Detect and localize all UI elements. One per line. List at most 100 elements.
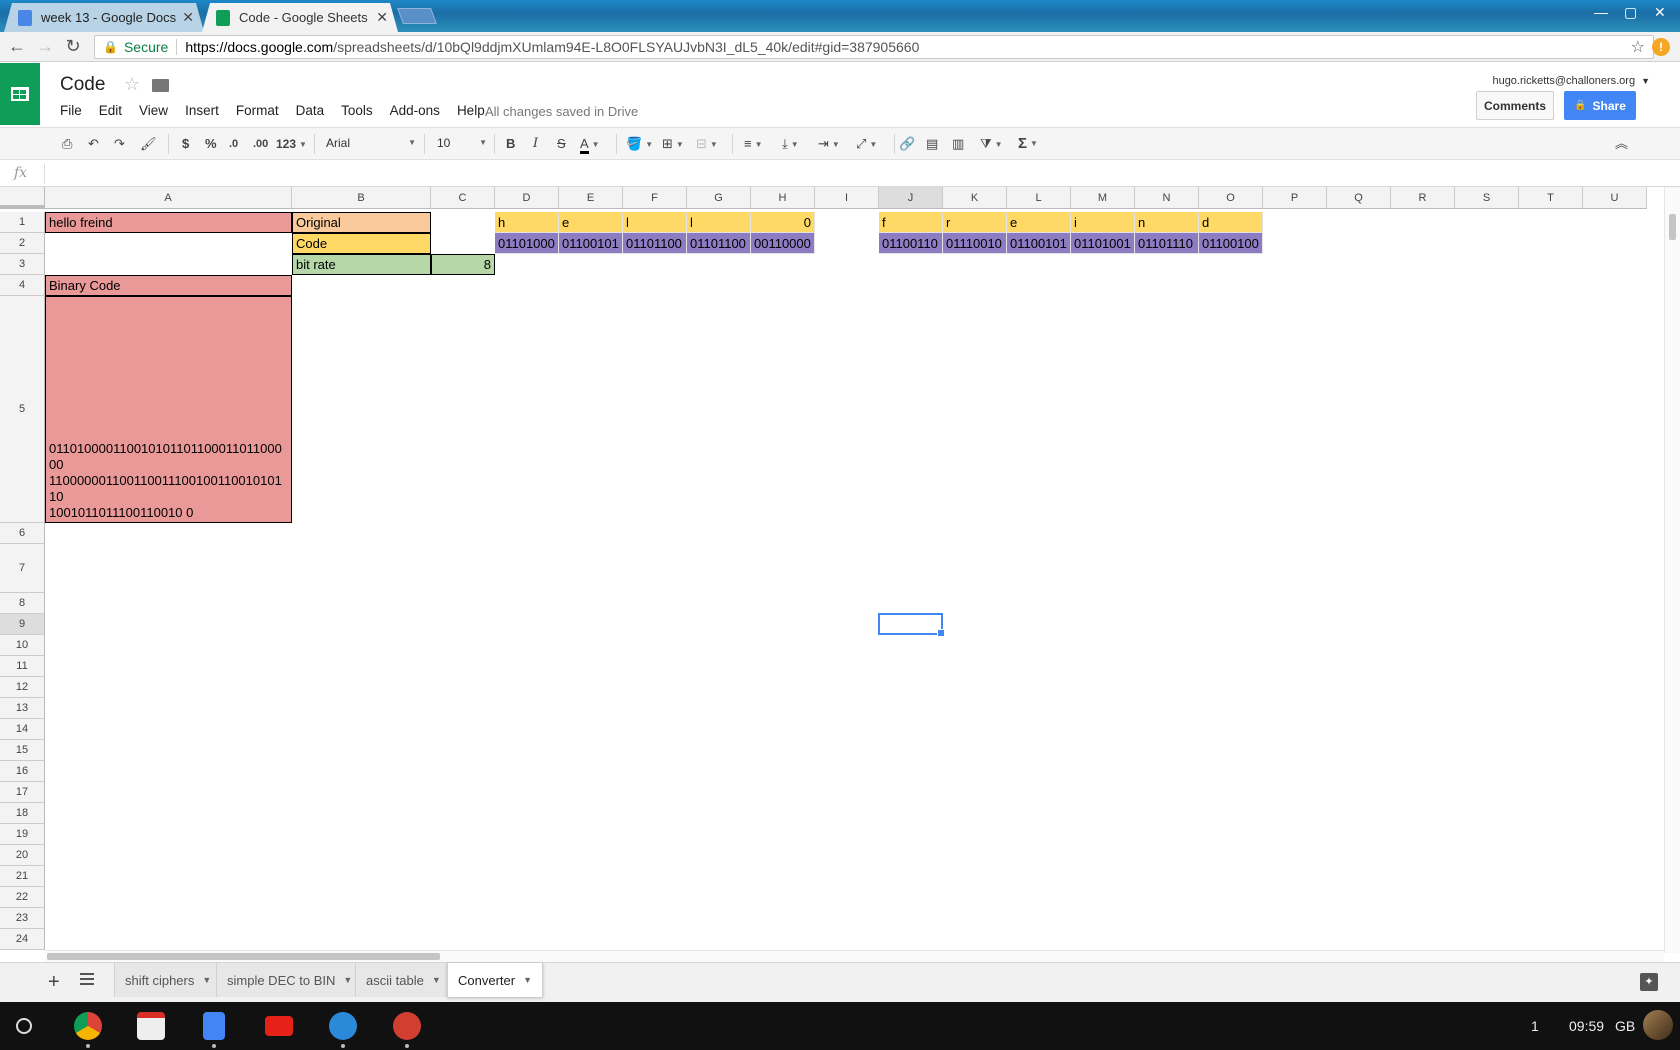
column-header-n[interactable]: N — [1135, 187, 1199, 209]
fill-color-icon[interactable]: 🪣 ▼ — [626, 135, 653, 153]
bookmark-star-icon[interactable]: ☆ — [1631, 37, 1645, 57]
row-header-14[interactable]: 14 — [0, 719, 45, 740]
cell-e2[interactable]: 01100101 — [559, 233, 623, 254]
row-header-18[interactable]: 18 — [0, 803, 45, 824]
bold-button[interactable]: B — [506, 135, 515, 153]
horizontal-scrollbar[interactable] — [45, 950, 1664, 962]
row-header-3[interactable]: 3 — [0, 254, 45, 275]
column-header-o[interactable]: O — [1199, 187, 1263, 209]
row-header-16[interactable]: 16 — [0, 761, 45, 782]
add-sheet-button[interactable]: + — [48, 971, 60, 994]
borders-icon[interactable]: ⊞ ▼ — [662, 135, 684, 153]
row-header-10[interactable]: 10 — [0, 635, 45, 656]
close-window-icon[interactable]: ✕ — [1654, 4, 1666, 21]
row-header-17[interactable]: 17 — [0, 782, 45, 803]
photos-icon[interactable] — [393, 1012, 421, 1048]
input-locale[interactable]: GB — [1615, 1018, 1635, 1034]
cell-h2[interactable]: 00110000 — [751, 233, 815, 254]
decrease-decimal-button[interactable]: .0 — [229, 135, 238, 153]
cell-l1[interactable]: e — [1007, 212, 1071, 233]
functions-button[interactable]: Σ ▼ — [1018, 135, 1038, 153]
account-menu[interactable]: hugo.ricketts@challoners.org ▼ — [1492, 75, 1650, 87]
star-icon[interactable]: ☆ — [124, 74, 140, 95]
row-header-24[interactable]: 24 — [0, 929, 45, 950]
menu-tools[interactable]: Tools — [341, 103, 373, 118]
cell-k2[interactable]: 01110010 — [943, 233, 1007, 254]
cell-k1[interactable]: r — [943, 212, 1007, 233]
reload-icon[interactable]: ↻ — [62, 36, 84, 57]
browser-tab-docs[interactable]: week 13 - Google Docs ✕ — [4, 3, 204, 32]
cell-n1[interactable]: n — [1135, 212, 1199, 233]
cell-b3[interactable]: bit rate — [292, 254, 431, 275]
column-header-a[interactable]: A — [45, 187, 292, 209]
cell-l2[interactable]: 01100101 — [1007, 233, 1071, 254]
row-header-20[interactable]: 20 — [0, 845, 45, 866]
menu-file[interactable]: File — [60, 103, 82, 118]
column-header-h[interactable]: H — [751, 187, 815, 209]
font-family-select[interactable]: Arial ▼ — [326, 134, 416, 152]
sheet-tab-converter[interactable]: Converter ▼ — [447, 963, 543, 997]
close-icon[interactable]: ✕ — [376, 9, 388, 26]
cell-j2[interactable]: 01100110 — [879, 233, 943, 254]
all-sheets-icon[interactable] — [80, 973, 94, 985]
cell-d1[interactable]: h — [495, 212, 559, 233]
cell-g1[interactable]: l — [687, 212, 751, 233]
minimize-icon[interactable]: — — [1594, 4, 1608, 20]
row-header-6[interactable]: 6 — [0, 523, 45, 544]
column-header-d[interactable]: D — [495, 187, 559, 209]
launcher-icon[interactable] — [16, 1018, 32, 1034]
youtube-icon[interactable] — [265, 1016, 293, 1036]
url-input[interactable]: 🔒 Secure https://docs.google.com/spreads… — [94, 35, 1654, 59]
back-icon[interactable]: ← — [6, 36, 28, 57]
extension-alert-icon[interactable]: ! — [1652, 38, 1670, 56]
scroll-thumb[interactable] — [47, 953, 440, 960]
save-status[interactable]: All changes saved in Drive — [485, 104, 638, 119]
sheet-tab-simple-dec-to-bin[interactable]: simple DEC to BIN ▼ — [216, 963, 364, 997]
column-header-f[interactable]: F — [623, 187, 687, 209]
active-cell-selection[interactable] — [878, 613, 945, 637]
column-header-u[interactable]: U — [1583, 187, 1647, 209]
close-icon[interactable]: ✕ — [182, 9, 194, 26]
column-header-r[interactable]: R — [1391, 187, 1455, 209]
cell-a5[interactable]: 01101000011001010110110001101100000 11000… — [45, 296, 292, 523]
browser-tab-sheets[interactable]: Code - Google Sheets ✕ — [202, 3, 398, 32]
cell-b1[interactable]: Original — [292, 212, 431, 233]
undo-icon[interactable]: ↶ — [88, 135, 99, 153]
column-header-j[interactable]: J — [879, 187, 943, 209]
menu-addons[interactable]: Add-ons — [390, 103, 440, 118]
row-header-22[interactable]: 22 — [0, 887, 45, 908]
maximize-icon[interactable]: ▢ — [1624, 4, 1637, 21]
cell-f1[interactable]: l — [623, 212, 687, 233]
share-button[interactable]: 🔒 Share — [1564, 91, 1636, 120]
cell-e1[interactable]: e — [559, 212, 623, 233]
font-size-select[interactable]: 10 ▼ — [437, 134, 487, 152]
sheet-tab-ascii-table[interactable]: ascii table ▼ — [355, 963, 452, 997]
new-tab-button[interactable] — [397, 8, 437, 24]
merge-cells-icon[interactable]: ⊟ ▼ — [696, 135, 718, 153]
text-rotation-icon[interactable]: ⤢ ▼ — [856, 135, 877, 153]
column-header-t[interactable]: T — [1519, 187, 1583, 209]
document-title[interactable]: Code — [60, 74, 105, 96]
column-header-m[interactable]: M — [1071, 187, 1135, 209]
dropdown-icon[interactable]: ▼ — [202, 975, 211, 985]
row-header-9[interactable]: 9 — [0, 614, 45, 635]
column-header-p[interactable]: P — [1263, 187, 1327, 209]
column-header-q[interactable]: Q — [1327, 187, 1391, 209]
column-header-g[interactable]: G — [687, 187, 751, 209]
row-header-5[interactable]: 5 — [0, 296, 45, 523]
formula-input[interactable] — [54, 161, 1654, 186]
column-header-e[interactable]: E — [559, 187, 623, 209]
clock[interactable]: 09:59 — [1569, 1018, 1604, 1034]
row-header-12[interactable]: 12 — [0, 677, 45, 698]
cell-h1[interactable]: 0 — [751, 212, 815, 233]
row-header-11[interactable]: 11 — [0, 656, 45, 677]
dropdown-icon[interactable]: ▼ — [523, 975, 532, 985]
cell-m1[interactable]: i — [1071, 212, 1135, 233]
forward-icon[interactable]: → — [34, 36, 56, 57]
row-header-7[interactable]: 7 — [0, 544, 45, 593]
menu-insert[interactable]: Insert — [185, 103, 219, 118]
cell-j1[interactable]: f — [879, 212, 943, 233]
more-formats-button[interactable]: 123 ▼ — [276, 135, 307, 153]
cell-b2[interactable]: Code — [292, 233, 431, 254]
insert-comment-icon[interactable]: ▤ — [926, 135, 938, 153]
